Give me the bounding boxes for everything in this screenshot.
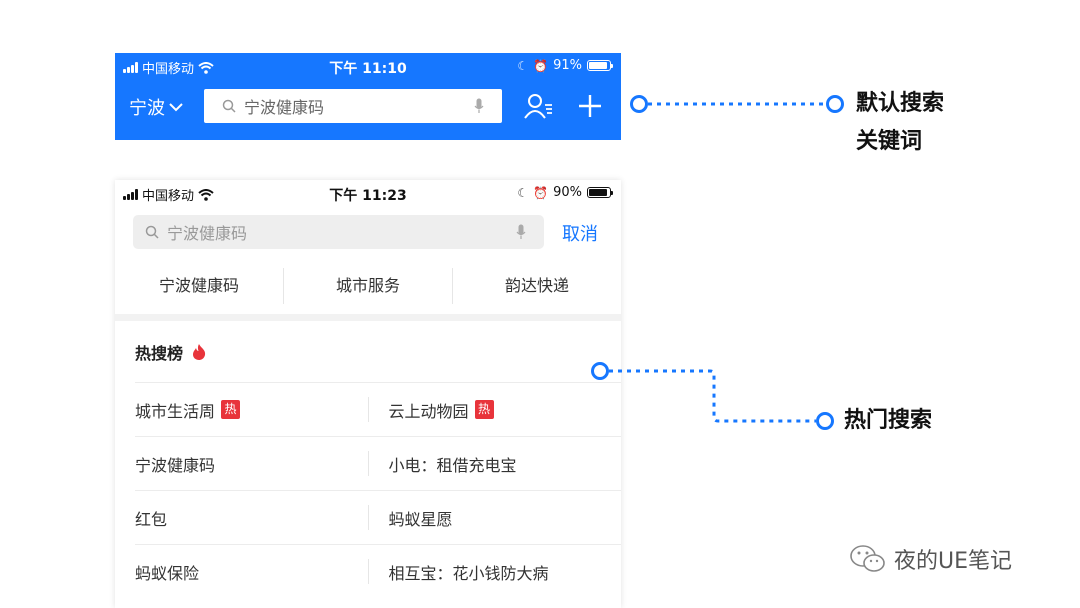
- status-bar: 中国移动 下午 11:23 ☾ ⏰ 90%: [115, 180, 621, 206]
- add-icon[interactable]: [577, 93, 603, 119]
- hot-item-label: 宁波健康码: [135, 455, 216, 475]
- alarm-icon: ⏰: [533, 185, 549, 200]
- hot-item[interactable]: 蚂蚁保险: [135, 559, 369, 584]
- connector-hot-search: [609, 369, 816, 423]
- contacts-icon[interactable]: [524, 93, 554, 119]
- table-row: 蚂蚁保险 相互宝：花小钱防大病: [135, 544, 621, 598]
- hot-list-title: 热搜榜: [135, 340, 207, 364]
- search-placeholder: 宁波健康码: [244, 98, 325, 117]
- battery-icon: [587, 187, 613, 198]
- flame-icon: [193, 344, 206, 360]
- hot-item-label: 蚂蚁星愿: [388, 509, 453, 529]
- annotation-default-keyword: 默认搜索 关键词: [856, 85, 944, 161]
- hot-item-label: 红包: [135, 509, 168, 529]
- quick-term[interactable]: 宁波健康码: [115, 268, 284, 304]
- search-icon: [145, 225, 159, 239]
- phone-top-header: 中国移动 下午 11:10 ☾ ⏰ 91% 宁波 宁波健康码: [115, 53, 621, 140]
- chevron-down-icon: [169, 102, 183, 111]
- wechat-icon: [850, 545, 885, 572]
- table-row: 红包 蚂蚁星愿: [135, 490, 621, 544]
- moon-icon: ☾: [517, 58, 529, 73]
- cancel-button[interactable]: 取消: [562, 220, 598, 246]
- watermark: 夜的UE笔记: [848, 543, 1012, 575]
- annotation-dot: [591, 362, 609, 380]
- hot-search-list: 城市生活周 热 云上动物园 热 宁波健康码 小电：租借充电宝 红包 蚂蚁星愿 蚂…: [135, 382, 621, 598]
- microphone-icon[interactable]: [516, 224, 526, 240]
- battery-icon: [587, 60, 613, 71]
- hot-item-label: 城市生活周: [135, 401, 216, 421]
- annotation-dot: [826, 95, 844, 113]
- hot-tag-badge: 热: [474, 400, 494, 419]
- hot-item[interactable]: 蚂蚁星愿: [369, 491, 622, 544]
- annotation-dot: [630, 95, 648, 113]
- hot-item[interactable]: 相互宝：花小钱防大病: [369, 545, 622, 598]
- hot-list-title-text: 热搜榜: [135, 344, 184, 363]
- hot-item[interactable]: 红包: [135, 505, 369, 530]
- hot-item-label: 蚂蚁保险: [135, 563, 200, 583]
- section-divider: [115, 314, 621, 321]
- hot-tag-badge: 热: [221, 400, 241, 419]
- annotation-line: 默认搜索: [856, 91, 945, 116]
- quick-term[interactable]: 韵达快递: [453, 268, 621, 304]
- quick-search-terms: 宁波健康码 城市服务 韵达快递: [115, 268, 621, 304]
- battery-percent: 90%: [553, 185, 582, 200]
- table-row: 宁波健康码 小电：租借充电宝: [135, 436, 621, 490]
- hot-item[interactable]: 云上动物园 热: [369, 383, 622, 436]
- search-placeholder: 宁波健康码: [167, 224, 248, 243]
- annotation-dot: [816, 412, 834, 430]
- top-nav: 宁波 宁波健康码: [115, 89, 621, 125]
- hot-item[interactable]: 小电：租借充电宝: [369, 437, 622, 490]
- quick-term[interactable]: 城市服务: [284, 268, 453, 304]
- annotation-hot-search: 热门搜索: [844, 408, 933, 433]
- watermark-text: 夜的UE笔记: [894, 549, 1013, 574]
- status-bar: 中国移动 下午 11:10 ☾ ⏰ 91%: [115, 53, 621, 79]
- hot-item-label: 小电：租借充电宝: [388, 455, 517, 475]
- annotation-line: 关键词: [856, 129, 923, 154]
- battery-percent: 91%: [553, 58, 582, 73]
- search-input[interactable]: 宁波健康码: [204, 89, 502, 123]
- phone-search-page: 中国移动 下午 11:23 ☾ ⏰ 90% 宁波健康码 取消 宁波健康码 城市服…: [115, 180, 621, 608]
- city-selector[interactable]: 宁波: [129, 94, 183, 120]
- search-icon: [222, 99, 236, 113]
- alarm-icon: ⏰: [533, 58, 549, 73]
- moon-icon: ☾: [517, 185, 529, 200]
- search-input[interactable]: 宁波健康码: [133, 215, 544, 249]
- hot-item[interactable]: 宁波健康码: [135, 451, 369, 476]
- hot-item-label: 云上动物园: [388, 401, 469, 421]
- hot-item[interactable]: 城市生活周 热: [135, 397, 369, 422]
- city-label: 宁波: [129, 98, 165, 119]
- hot-item-label: 相互宝：花小钱防大病: [388, 563, 549, 583]
- table-row: 城市生活周 热 云上动物园 热: [135, 382, 621, 436]
- microphone-icon[interactable]: [474, 98, 484, 114]
